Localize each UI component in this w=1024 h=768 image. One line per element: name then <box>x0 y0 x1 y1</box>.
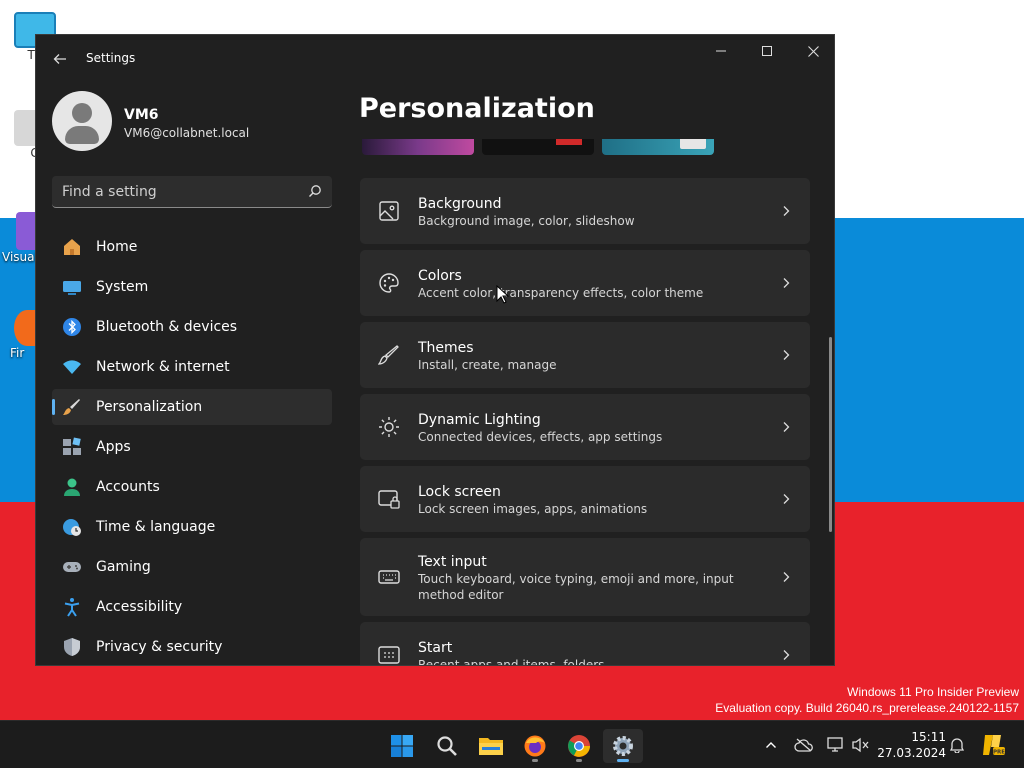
brush-icon <box>378 345 399 365</box>
home-icon <box>64 239 80 255</box>
theme-preview-1[interactable] <box>362 139 474 155</box>
bell-icon <box>950 738 964 753</box>
card-colors[interactable]: Colors Accent color, transparency effect… <box>360 250 810 316</box>
sun-icon <box>379 417 399 437</box>
tray-volume[interactable] <box>850 721 872 768</box>
gamepad-icon <box>63 562 81 572</box>
cloud-offline-icon <box>794 738 813 752</box>
sidebar-item-privacy-security[interactable]: Privacy & security <box>52 629 332 665</box>
settings-list: Background Background image, color, slid… <box>360 178 810 665</box>
sidebar-item-apps[interactable]: Apps <box>52 429 332 465</box>
search-input[interactable] <box>52 176 300 207</box>
theme-preview-3[interactable] <box>602 139 714 155</box>
close-button[interactable] <box>790 35 834 67</box>
chrome-icon <box>568 735 590 757</box>
shield-icon <box>64 638 80 656</box>
window-title: Settings <box>86 51 136 65</box>
svg-text:PRE: PRE <box>993 750 1005 756</box>
theme-preview-2[interactable] <box>482 139 594 155</box>
clock-time: 15:11 <box>911 730 946 744</box>
clock-date: 27.03.2024 <box>877 746 946 760</box>
chevron-right-icon <box>783 572 790 582</box>
search-icon <box>309 185 321 197</box>
profile-name: VM6 <box>124 107 159 123</box>
system-icon <box>63 281 81 295</box>
chevron-right-icon <box>783 350 790 360</box>
brush-icon <box>63 399 80 415</box>
scrollbar-thumb[interactable] <box>829 337 832 532</box>
card-start[interactable]: Start Recent apps and items, folders <box>360 622 810 665</box>
build-watermark: Windows 11 Pro Insider Preview Evaluatio… <box>715 685 1019 715</box>
taskbar-firefox[interactable] <box>515 729 555 763</box>
mouse-cursor-icon <box>496 285 510 304</box>
card-dynamic-lighting[interactable]: Dynamic Lighting Connected devices, effe… <box>360 394 810 460</box>
chevron-right-icon <box>783 494 790 504</box>
taskbar-search-button[interactable] <box>427 729 467 763</box>
title-bar[interactable]: Settings <box>36 35 834 83</box>
page-title: Personalization <box>359 93 595 124</box>
file-explorer-icon <box>479 738 503 755</box>
start-icon <box>378 646 400 664</box>
sidebar-item-accounts[interactable]: Accounts <box>52 469 332 505</box>
apps-icon <box>63 437 81 455</box>
card-themes[interactable]: Themes Install, create, manage <box>360 322 810 388</box>
start-icon <box>391 735 413 757</box>
volume-muted-icon <box>852 737 869 753</box>
lock-screen-icon <box>378 490 400 509</box>
network-icon <box>827 737 843 752</box>
sidebar-item-personalization[interactable]: Personalization <box>52 389 332 425</box>
tray-network[interactable] <box>824 721 848 768</box>
keyboard-icon <box>378 570 400 584</box>
back-button[interactable] <box>48 47 72 71</box>
sidebar-item-home[interactable]: Home <box>52 229 332 265</box>
maximize-button[interactable] <box>744 35 790 67</box>
selection-indicator <box>52 399 55 415</box>
sidebar-item-system[interactable]: System <box>52 269 332 305</box>
profile-email: VM6@collabnet.local <box>124 126 250 140</box>
minimize-icon <box>716 50 726 52</box>
minimize-button[interactable] <box>698 35 744 67</box>
card-background[interactable]: Background Background image, color, slid… <box>360 178 810 244</box>
tray-notifications[interactable] <box>946 721 968 768</box>
image-icon <box>379 201 399 221</box>
taskbar-settings[interactable] <box>603 729 643 763</box>
globe-clock-icon <box>63 519 81 536</box>
chevron-right-icon <box>783 422 790 432</box>
accounts-icon <box>64 478 80 496</box>
taskbar-file-explorer[interactable] <box>471 729 511 763</box>
sidebar-item-gaming[interactable]: Gaming <box>52 549 332 585</box>
chevron-right-icon <box>783 278 790 288</box>
taskbar: 15:11 27.03.2024 PRE <box>0 720 1024 768</box>
arrow-left-icon <box>53 54 66 64</box>
palette-icon <box>379 273 399 293</box>
sidebar-item-accessibility[interactable]: Accessibility <box>52 589 332 625</box>
chevron-right-icon <box>783 206 790 216</box>
copilot-icon: PRE <box>983 735 1005 756</box>
taskbar-start-button[interactable] <box>382 729 422 763</box>
avatar <box>52 91 112 151</box>
close-icon <box>807 45 819 57</box>
card-text-input[interactable]: Text input Touch keyboard, voice typing,… <box>360 538 810 616</box>
tray-copilot[interactable]: PRE <box>978 721 1008 768</box>
tray-onedrive[interactable] <box>792 721 816 768</box>
maximize-icon <box>762 46 772 56</box>
taskbar-clock[interactable]: 15:11 27.03.2024 <box>876 729 946 761</box>
settings-icon <box>613 736 633 756</box>
settings-window: Settings VM6 VM6@collabnet.local Home Sy… <box>35 34 835 666</box>
sidebar-item-network[interactable]: Network & internet <box>52 349 332 385</box>
wifi-icon <box>63 360 81 374</box>
sidebar-nav: Home System Bluetooth & devices Network … <box>52 229 332 665</box>
taskbar-chrome[interactable] <box>559 729 599 763</box>
settings-search[interactable] <box>52 176 332 208</box>
sidebar-item-time-language[interactable]: Time & language <box>52 509 332 545</box>
tray-chevron-up[interactable] <box>760 721 782 768</box>
chevron-up-icon <box>766 742 776 748</box>
firefox-icon <box>524 735 546 757</box>
search-icon <box>437 736 457 756</box>
bluetooth-icon <box>63 318 81 336</box>
accessibility-icon <box>64 598 80 617</box>
sidebar-item-bluetooth[interactable]: Bluetooth & devices <box>52 309 332 345</box>
card-lock-screen[interactable]: Lock screen Lock screen images, apps, an… <box>360 466 810 532</box>
chevron-right-icon <box>783 650 790 660</box>
